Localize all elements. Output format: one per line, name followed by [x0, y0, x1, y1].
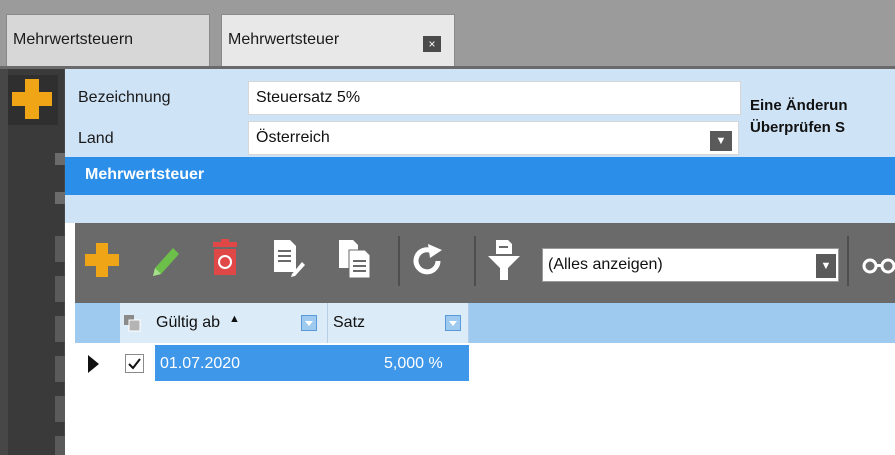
hint-text: Eine Änderun — [750, 97, 848, 114]
glasses-icon[interactable] — [862, 254, 895, 281]
bezeichnung-input[interactable]: Steuersatz 5% — [248, 81, 741, 115]
tree-node[interactable] — [55, 396, 65, 422]
column-label-satz: Satz — [333, 314, 366, 331]
tab-mehrwertsteuern[interactable]: Mehrwertsteuern — [6, 14, 210, 66]
column-filter-icon[interactable] — [445, 315, 461, 331]
row-checkbox[interactable] — [125, 354, 144, 373]
tab-mehrwertsteuer[interactable]: Mehrwertsteuer — [221, 14, 455, 66]
tree-node-icon — [55, 192, 65, 204]
tree-node[interactable] — [55, 316, 65, 342]
tree-node-icon — [55, 153, 65, 165]
tab-label: Mehrwertsteuern — [13, 31, 134, 48]
toolbar-separator — [474, 236, 476, 286]
bezeichnung-label: Bezeichnung — [78, 89, 171, 106]
land-select[interactable]: Österreich — [248, 121, 739, 155]
row-indicator-icon — [88, 355, 99, 373]
tree-node[interactable] — [55, 276, 65, 302]
cell-satz[interactable]: 5,000 % — [384, 355, 443, 373]
sort-ascending-icon: ▲ — [229, 313, 240, 325]
column-header-gueltig-ab[interactable] — [120, 303, 328, 343]
copy-edit-icon[interactable] — [268, 238, 306, 285]
tree-node[interactable] — [55, 436, 65, 455]
add-icon[interactable] — [8, 75, 58, 125]
filter-select[interactable]: (Alles anzeigen) — [542, 248, 839, 282]
land-label: Land — [78, 130, 114, 147]
tab-label: Mehrwertsteuer — [228, 31, 340, 48]
toolbar-separator — [398, 236, 400, 286]
edit-icon[interactable] — [145, 240, 185, 285]
section-title: Mehrwertsteuer — [65, 157, 895, 195]
chevron-down-icon[interactable]: ▼ — [710, 131, 732, 151]
column-filter-icon[interactable] — [301, 315, 317, 331]
close-icon[interactable]: × — [423, 36, 441, 52]
section-spacer — [65, 195, 895, 223]
column-chooser-icon[interactable] — [123, 314, 143, 337]
tree-node[interactable] — [55, 356, 65, 382]
tree-node[interactable] — [55, 236, 65, 262]
paste-icon[interactable] — [335, 238, 375, 285]
toolbar-separator — [847, 236, 849, 286]
column-label-gueltig-ab: Gültig ab — [156, 314, 221, 331]
chevron-down-icon[interactable]: ▼ — [816, 254, 836, 278]
delete-icon[interactable] — [205, 238, 245, 285]
filter-icon[interactable] — [484, 238, 524, 287]
cell-gueltig-ab[interactable]: 01.07.2020 — [160, 355, 240, 373]
refresh-icon[interactable] — [408, 242, 446, 285]
hint-text: Überprüfen S — [750, 119, 846, 136]
add-icon[interactable] — [82, 240, 122, 285]
